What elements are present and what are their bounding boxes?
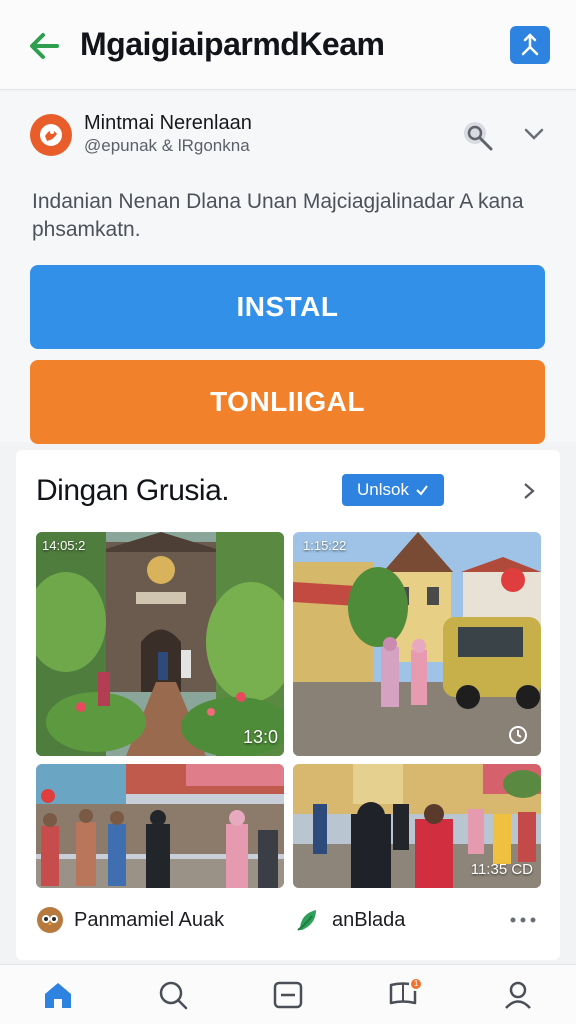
media-icon — [273, 981, 303, 1008]
bottom-navigation: 1 — [0, 964, 576, 1024]
collapse-button[interactable] — [518, 118, 550, 150]
arrow-left-icon — [30, 33, 59, 59]
search-icon — [159, 981, 188, 1009]
app-description: Indanian Nenan Dlana Unan Majciagjalinad… — [32, 190, 524, 241]
photo-status-time: 14:05:2 — [42, 538, 86, 553]
more-horizontal-icon — [510, 917, 536, 923]
more-options-button[interactable] — [506, 908, 540, 932]
home-icon — [44, 982, 71, 1008]
market-crowd-image — [36, 764, 284, 888]
share-button[interactable] — [510, 26, 550, 64]
author-name: anBlada — [332, 908, 406, 931]
install-button[interactable]: INSTAL — [30, 265, 545, 349]
top-app-bar: MgaigiaiparmdKeam — [0, 0, 576, 90]
gallery-photo[interactable] — [36, 764, 284, 888]
nav-media[interactable] — [258, 971, 318, 1019]
gallery-card: Dingan Grusia. Unlsok 14:05:2 13:0 1:15:… — [16, 450, 560, 960]
section-title: Dingan Grusia. — [36, 474, 230, 507]
share-icon — [521, 33, 539, 56]
more-chevron-button[interactable] — [514, 476, 544, 506]
profile-icon — [505, 981, 532, 1009]
unlock-badge[interactable]: Unlsok — [342, 474, 444, 506]
download-button[interactable]: TONLIIGAL — [30, 360, 545, 444]
unlock-badge-label: Unlsok — [357, 480, 409, 499]
replay-icon — [509, 726, 527, 744]
photo-status-time: 1:15:22 — [303, 538, 347, 553]
app-logo-icon — [40, 124, 62, 146]
search-button[interactable] — [458, 116, 498, 156]
gallery-photo[interactable]: 1:15:22 — [293, 532, 541, 756]
search-icon — [464, 122, 493, 151]
app-name: Mintmai Nerenlaan — [84, 112, 252, 134]
nav-search[interactable] — [143, 971, 203, 1019]
photo-counter: 13:0 — [242, 727, 278, 747]
photo-counter: 11:35 CD — [470, 861, 533, 878]
street-car-image — [293, 532, 541, 756]
back-button[interactable] — [22, 24, 66, 68]
chevron-down-icon — [524, 128, 544, 140]
gallery-photo[interactable]: 14:05:2 13:0 — [36, 532, 284, 756]
author-item[interactable]: anBlada — [294, 900, 405, 940]
nav-messages[interactable]: 1 — [373, 971, 433, 1019]
author-item[interactable]: Panmamiel Auak — [36, 900, 224, 940]
notification-badge: 1 — [409, 976, 424, 991]
app-logo — [30, 114, 72, 156]
check-icon — [416, 485, 428, 496]
chevron-right-icon — [524, 483, 535, 499]
app-handle: @epunak & lRgonkna — [84, 136, 250, 155]
leaf-icon — [297, 910, 316, 931]
author-name: Panmamiel Auak — [74, 908, 225, 931]
owl-avatar-icon — [37, 907, 63, 933]
gallery-photo[interactable]: 11:35 CD — [293, 764, 541, 888]
page-title: MgaigiaiparmdKeam — [80, 26, 385, 62]
garden-courtyard-image — [36, 532, 284, 756]
nav-home[interactable] — [28, 971, 88, 1019]
nav-profile[interactable] — [488, 971, 548, 1019]
